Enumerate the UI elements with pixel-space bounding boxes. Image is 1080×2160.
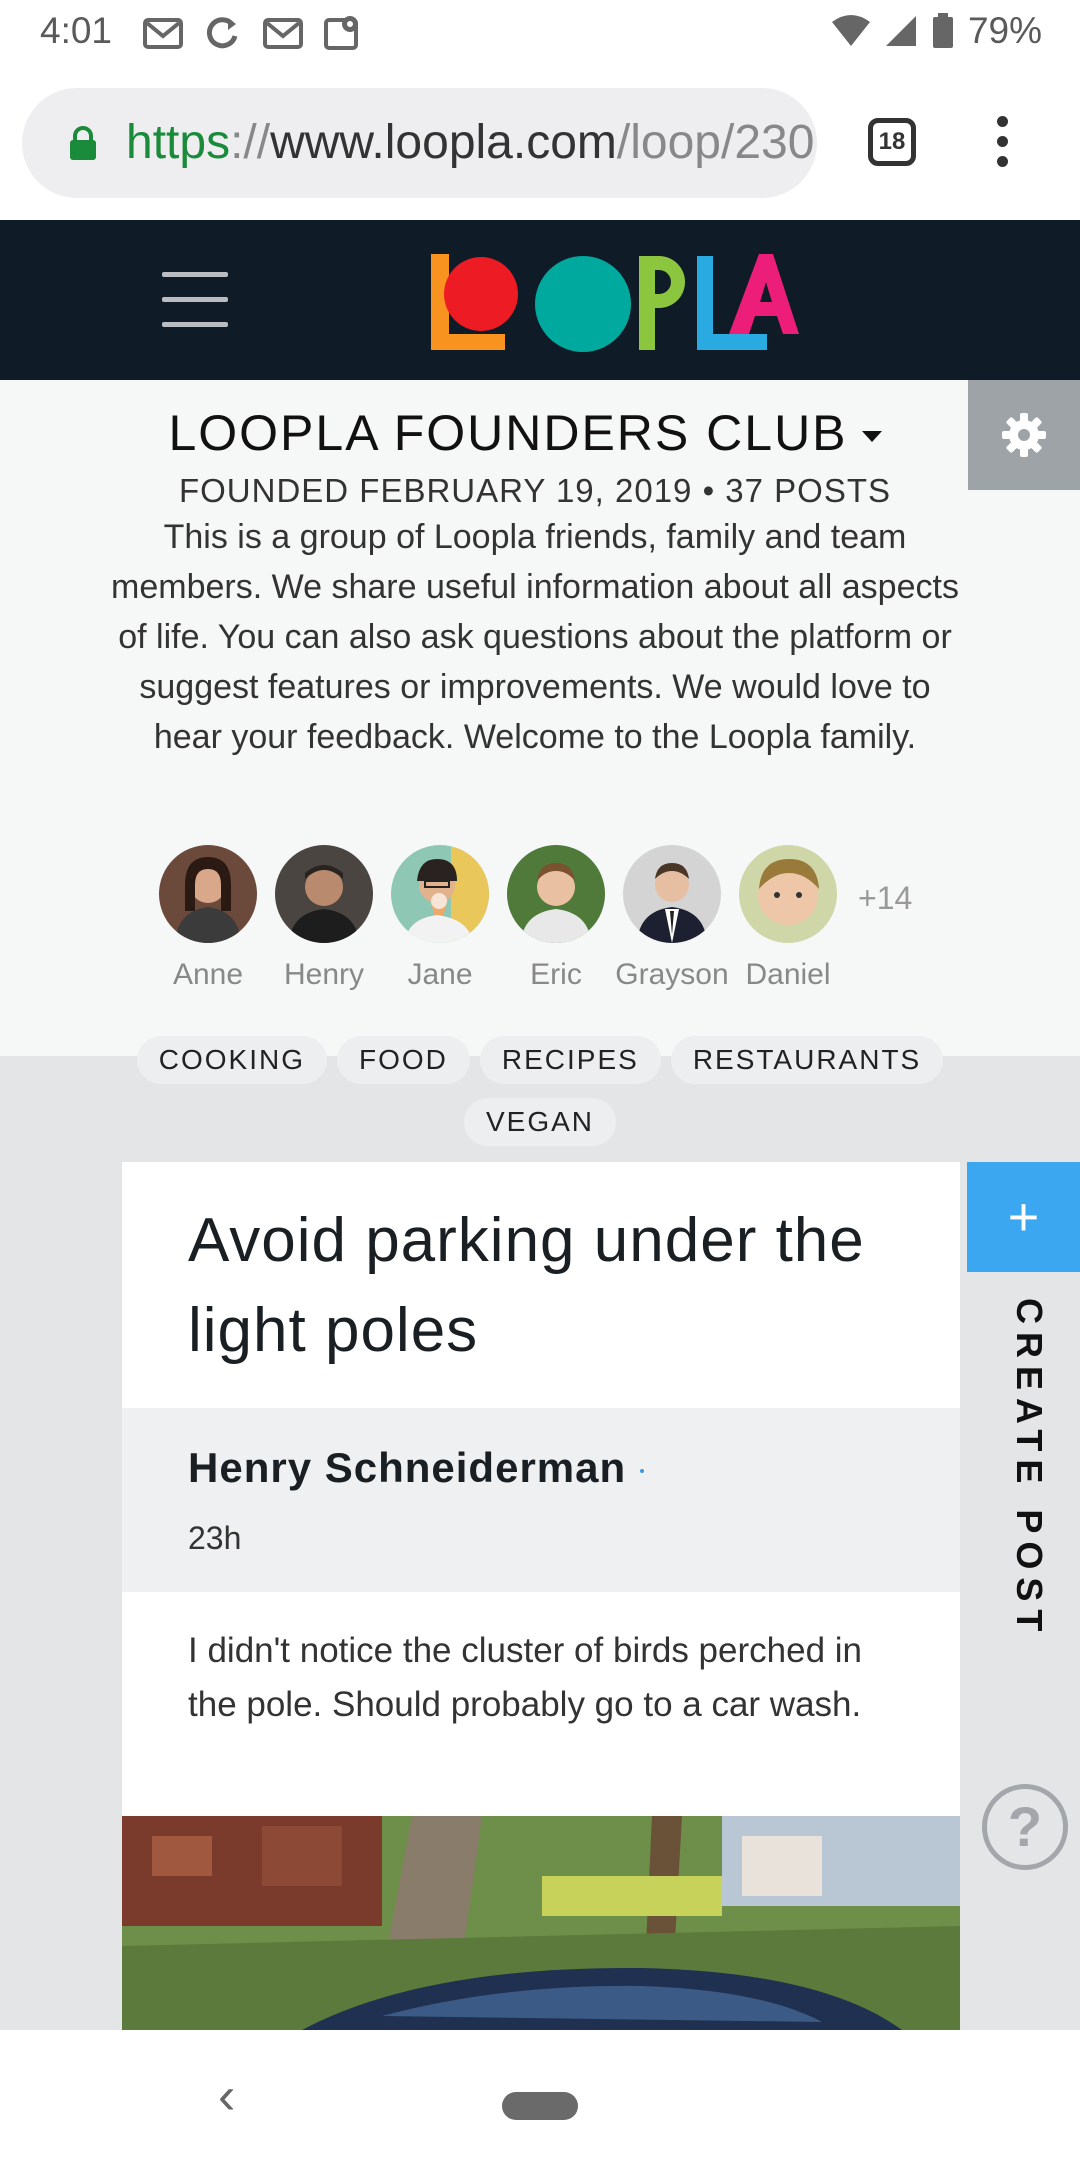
more-members-count[interactable]: +14 (858, 880, 912, 917)
club-info: LOOPLA FOUNDERS CLUB FOUNDED FEBRUARY 19… (0, 380, 1080, 1056)
member-list: Anne Henry Jane Eric Grayson Daniel (150, 845, 846, 1005)
post-meta: Henry Schneiderman 23h (122, 1408, 960, 1592)
battery-icon (932, 13, 953, 48)
avatar (739, 845, 837, 943)
member-name: Grayson (615, 958, 729, 991)
lock-icon (70, 126, 96, 160)
tab-switcher-button[interactable]: 18 (868, 118, 916, 166)
gmail-icon (143, 18, 183, 49)
sync-icon (206, 17, 238, 49)
create-post-button[interactable]: + (967, 1162, 1080, 1272)
member-henry[interactable]: Henry (266, 845, 382, 1005)
post-timestamp: 23h (188, 1520, 242, 1556)
online-indicator-icon (640, 1468, 645, 1473)
site-header (0, 220, 1080, 380)
member-name: Jane (407, 958, 473, 991)
browser-menu-button[interactable] (990, 116, 1014, 176)
signal-icon (885, 16, 916, 46)
member-name: Anne (172, 958, 244, 991)
tag-restaurants[interactable]: RESTAURANTS (670, 1036, 944, 1084)
club-description: This is a group of Loopla friends, famil… (111, 518, 959, 756)
club-title[interactable]: LOOPLA FOUNDERS CLUB (0, 404, 1050, 462)
member-jane[interactable]: Jane (382, 845, 498, 1005)
avatar (391, 845, 489, 943)
member-name: Henry (283, 958, 365, 991)
club-title-text: LOOPLA FOUNDERS CLUB (168, 405, 848, 461)
avatar (159, 845, 257, 943)
battery-percent: 79% (967, 10, 1042, 51)
url-bar[interactable]: https://www.loopla.com/loop/230 (22, 88, 817, 198)
maps-icon (324, 16, 358, 50)
back-button[interactable]: ‹ (218, 2066, 235, 2126)
avatar (275, 845, 373, 943)
avatar (507, 845, 605, 943)
notification-icons (142, 14, 364, 52)
post-body: I didn't notice the cluster of birds per… (188, 1631, 863, 1724)
url-separator: :// (230, 116, 271, 169)
loopla-logo[interactable] (427, 250, 801, 354)
member-name: Daniel (745, 958, 831, 991)
url-text[interactable]: https://www.loopla.com/loop/230 (126, 114, 816, 172)
wifi-icon (831, 15, 870, 46)
status-bar: 4:01 79% (0, 0, 1080, 66)
member-name: Eric (530, 958, 582, 991)
post-title[interactable]: Avoid parking under the light poles (188, 1196, 908, 1376)
post-card[interactable]: Avoid parking under the light poles Henr… (122, 1162, 960, 2030)
url-host: www.loopla.com (270, 116, 617, 169)
tag-food[interactable]: FOOD (337, 1036, 470, 1084)
club-meta: FOUNDED FEBRUARY 19, 2019 • 37 POSTS (178, 472, 892, 509)
url-scheme: https (126, 116, 231, 169)
system-nav-bar: ‹ (0, 2030, 1080, 2160)
post-image[interactable] (122, 1816, 960, 2030)
url-path: /loop/230 (616, 116, 815, 169)
hamburger-menu-icon[interactable] (162, 272, 228, 327)
member-eric[interactable]: Eric (498, 845, 614, 1005)
post-author[interactable]: Henry Schneiderman (188, 1444, 645, 1492)
status-right: 79% (831, 10, 1042, 52)
member-daniel[interactable]: Daniel (730, 845, 846, 1005)
avatar (623, 845, 721, 943)
status-time: 4:01 (40, 10, 113, 51)
tag-list: COOKING FOOD RECIPES RESTAURANTS VEGAN (120, 1036, 960, 1146)
create-post-label[interactable]: CREATE POST (1000, 1298, 1050, 1639)
tag-cooking[interactable]: COOKING (136, 1036, 327, 1084)
tag-recipes[interactable]: RECIPES (479, 1036, 661, 1084)
member-anne[interactable]: Anne (150, 845, 266, 1005)
tag-vegan[interactable]: VEGAN (463, 1098, 617, 1146)
help-button[interactable]: ? (982, 1784, 1068, 1870)
home-button[interactable] (502, 2092, 578, 2120)
member-grayson[interactable]: Grayson (614, 845, 730, 1005)
chevron-down-icon[interactable] (861, 431, 882, 443)
browser-toolbar: https://www.loopla.com/loop/230 18 (0, 66, 1080, 220)
gmail-icon (263, 18, 303, 49)
post-author-name[interactable]: Henry Schneiderman (188, 1444, 626, 1491)
